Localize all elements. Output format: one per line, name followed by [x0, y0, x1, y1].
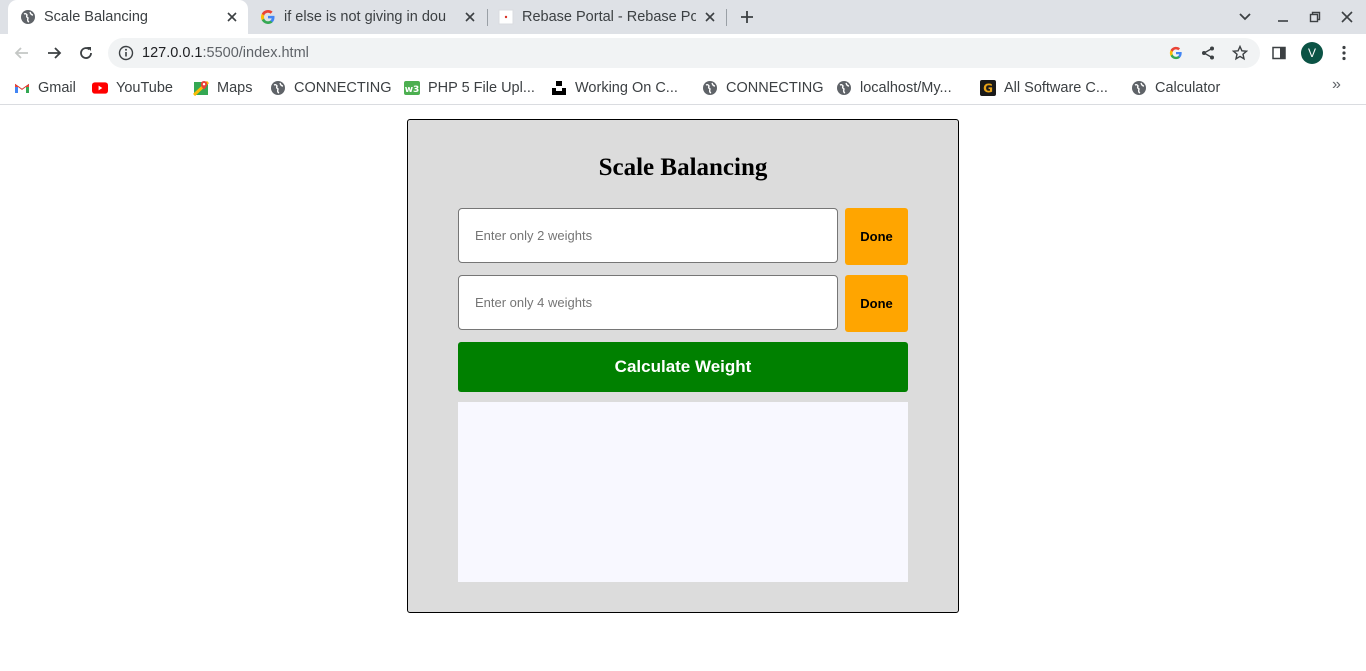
url-text[interactable]: 127.0.0.1:5500/index.html [142, 38, 309, 68]
star-icon[interactable] [1231, 44, 1249, 62]
arrow-left-icon [14, 47, 28, 59]
close-icon[interactable] [462, 9, 478, 25]
scale-balancing-card: Scale Balancing Done Done Calculate Weig… [407, 119, 959, 613]
back-button[interactable] [9, 40, 35, 66]
share-icon[interactable] [1199, 44, 1217, 62]
menu-button[interactable] [1332, 41, 1356, 65]
bookmark-label: CONNECTING [294, 80, 392, 96]
bookmark-connecting-1[interactable]: CONNECTING [270, 76, 391, 100]
tab-separator [726, 9, 727, 26]
tab-search-button[interactable] [1232, 5, 1258, 29]
bookmark-calculator[interactable]: Calculator [1131, 76, 1220, 100]
tab-scale-balancing[interactable]: Scale Balancing [8, 0, 248, 34]
gmail-icon [14, 80, 30, 96]
bookmark-gmail[interactable]: Gmail [14, 76, 76, 100]
avatar[interactable]: V [1301, 42, 1323, 64]
bookmark-all-software[interactable]: G All Software C... [980, 76, 1108, 100]
svg-text:w3: w3 [405, 85, 420, 95]
google-lens-icon[interactable] [1167, 44, 1185, 62]
tab-strip: Scale Balancing if else is not giving in… [0, 0, 1366, 34]
minimize-icon [1278, 20, 1288, 22]
bookmark-maps[interactable]: Maps [193, 76, 252, 100]
globe-icon [1131, 80, 1147, 96]
tab-if-else[interactable]: if else is not giving in dou [248, 0, 486, 34]
page-title: Scale Balancing [598, 154, 768, 181]
maps-icon [193, 80, 209, 96]
globe-icon [702, 80, 718, 96]
arrow-right-icon [48, 47, 62, 59]
bookmark-label: PHP 5 File Upl... [428, 80, 535, 96]
bookmark-label: Calculator [1155, 80, 1221, 96]
two-weights-input[interactable] [458, 208, 838, 263]
plus-icon [741, 11, 753, 23]
bookmark-label: Maps [217, 80, 253, 96]
restore-button[interactable] [1302, 5, 1328, 29]
globe-icon [836, 80, 852, 96]
bookmark-label: CONNECTING [726, 80, 824, 96]
minimize-button[interactable] [1270, 5, 1296, 29]
close-window-button[interactable] [1334, 5, 1360, 29]
chevron-down-icon [1239, 13, 1251, 21]
tab-title: Rebase Portal - Rebase Po [522, 9, 696, 25]
google-icon [260, 9, 276, 25]
more-bookmarks-button[interactable]: » [1332, 76, 1341, 94]
side-panel-icon [1272, 46, 1286, 60]
globe-icon [270, 80, 286, 96]
bookmark-youtube[interactable]: YouTube [92, 76, 173, 100]
url-path: :5500/index.html [202, 45, 309, 61]
reload-button[interactable] [73, 40, 99, 66]
done-button-2[interactable]: Done [845, 275, 908, 332]
unsplash-icon [551, 80, 567, 96]
close-icon [1341, 11, 1353, 23]
reload-icon [80, 47, 92, 59]
globe-icon [20, 9, 36, 25]
youtube-icon [92, 80, 108, 96]
four-weights-input[interactable] [458, 275, 838, 330]
bookmark-label: YouTube [116, 80, 173, 96]
kebab-menu-icon [1342, 45, 1346, 61]
g-logo-icon: G [980, 80, 996, 96]
url-host: 127.0.0.1 [142, 45, 203, 61]
bookmark-localhost[interactable]: localhost/My... [836, 76, 952, 100]
forward-button[interactable] [41, 40, 67, 66]
tab-rebase-portal[interactable]: Rebase Portal - Rebase Po [486, 0, 726, 34]
new-tab-button[interactable] [735, 5, 759, 29]
browser-toolbar: 127.0.0.1:5500/index.html V [0, 34, 1366, 72]
bookmark-connecting-2[interactable]: CONNECTING [702, 76, 823, 100]
bookmarks-bar: Gmail YouTube Maps CONNECTING w3 PHP 5 F… [0, 72, 1366, 105]
result-area [458, 402, 908, 582]
close-icon[interactable] [224, 9, 240, 25]
tab-title: Scale Balancing [44, 9, 148, 25]
bookmark-label: All Software C... [1004, 80, 1108, 96]
bookmark-label: Working On C... [575, 80, 678, 96]
page-icon [498, 9, 514, 25]
w3-icon: w3 [404, 80, 420, 96]
calculate-weight-button[interactable]: Calculate Weight [458, 342, 908, 392]
bookmark-label: localhost/My... [860, 80, 952, 96]
info-icon[interactable] [118, 45, 134, 61]
bookmark-working-on[interactable]: Working On C... [551, 76, 678, 100]
bookmark-php-file-upload[interactable]: w3 PHP 5 File Upl... [404, 76, 535, 100]
done-button-1[interactable]: Done [845, 208, 908, 265]
tab-title: if else is not giving in dou [284, 9, 447, 25]
restore-icon [1309, 11, 1321, 23]
svg-text:G: G [983, 82, 993, 96]
bookmark-label: Gmail [38, 80, 76, 96]
side-panel-button[interactable] [1267, 41, 1291, 65]
address-bar[interactable]: 127.0.0.1:5500/index.html [108, 38, 1260, 68]
close-icon[interactable] [702, 9, 718, 25]
